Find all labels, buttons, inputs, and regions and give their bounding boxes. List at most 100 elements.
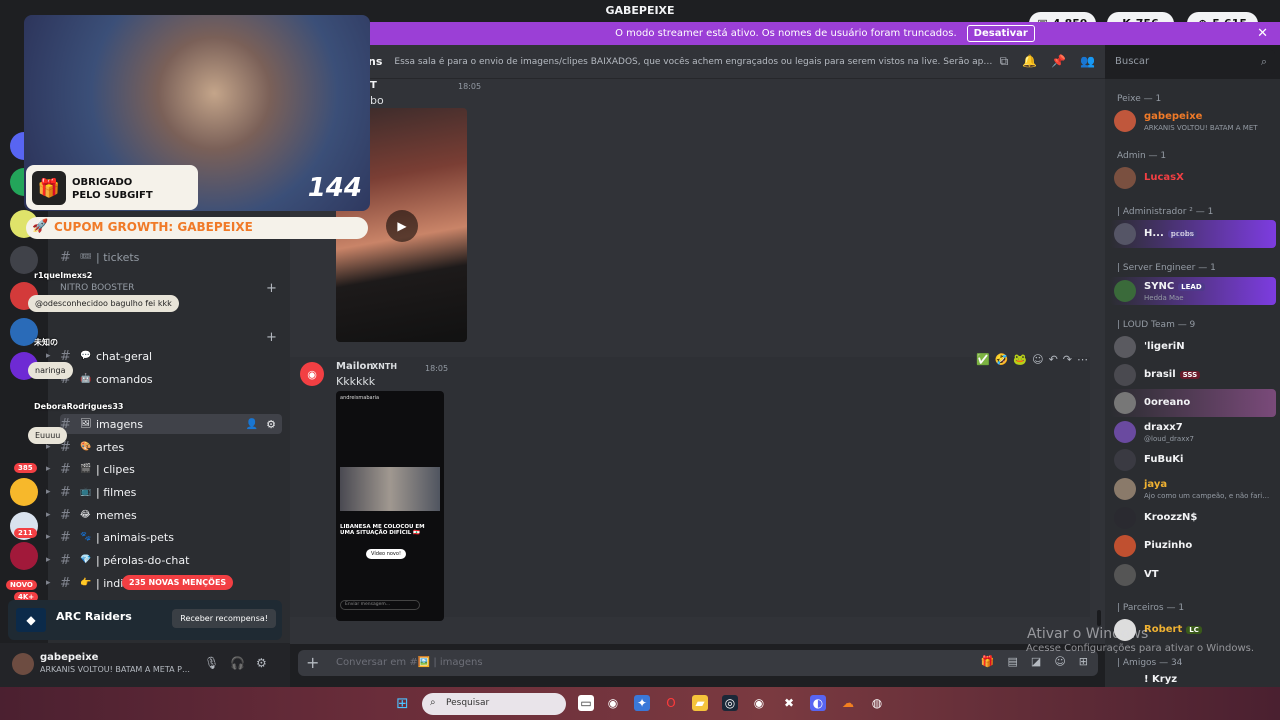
hash-icon: # (60, 461, 71, 477)
member-tag: LC (1186, 626, 1202, 634)
search-input[interactable]: Buscar ⌕ (1105, 50, 1275, 74)
gif-icon[interactable]: ▤ (1008, 655, 1018, 668)
laugh-reaction-icon[interactable]: 🤣 (995, 353, 1009, 366)
claim-reward-button[interactable]: Receber recompensa! (172, 609, 276, 628)
member-item[interactable]: KroozzN$ (1110, 504, 1276, 532)
channel-comandos[interactable]: # 🤖 comandos (60, 369, 282, 389)
chevron-right-icon: ▸ (46, 487, 51, 497)
bell-icon[interactable]: 🔔 (1022, 54, 1037, 69)
channel-clipes[interactable]: ▸ # 🎬 | clipes (46, 459, 282, 479)
channel-artes[interactable]: ▸ # 🎨 artes (46, 437, 282, 457)
apps-icon[interactable]: ⊞ (1079, 655, 1088, 668)
avatar[interactable]: ◉ (300, 362, 324, 386)
member-item[interactable]: gabepeixe ARKANIS VOLTOU! BATAM A MET (1110, 107, 1276, 135)
new-mentions-pill[interactable]: 235 NOVAS MENÇÕES (122, 575, 234, 590)
gift-icon[interactable]: 🎁 (981, 655, 995, 668)
more-icon[interactable]: ⋯ (1077, 353, 1088, 366)
server-icon[interactable] (10, 478, 38, 506)
member-name: VT (1144, 569, 1159, 580)
add-channel-icon[interactable]: + (266, 281, 277, 296)
add-member-icon[interactable]: 👤 (246, 419, 258, 430)
avatar (1114, 449, 1136, 471)
cloud-icon[interactable]: ☁ (840, 695, 856, 711)
threads-icon[interactable]: ⧉ (1000, 54, 1009, 69)
headphones-icon[interactable]: 🎧 (230, 656, 245, 670)
scrollbar[interactable] (1097, 610, 1101, 626)
windows-start-icon[interactable]: ⊞ (396, 695, 412, 711)
role-header: | Amigos — 34 (1117, 658, 1183, 668)
server-icon[interactable] (10, 542, 38, 570)
disable-streamer-mode-button[interactable]: Desativar (966, 25, 1035, 42)
add-reaction-icon[interactable]: ☺ (1032, 353, 1043, 366)
taskbar-search[interactable]: ⌕ Pesquisar (422, 693, 566, 715)
member-item[interactable]: 'ligeriN (1110, 333, 1276, 361)
check-reaction-icon[interactable]: ✅ (976, 353, 990, 366)
member-item[interactable]: VT (1110, 561, 1276, 589)
channel-chat-geral[interactable]: ▸ # 💬 chat-geral (46, 346, 282, 366)
avatar[interactable] (12, 653, 34, 675)
role-header: Admin — 1 (1117, 151, 1167, 161)
category-label: NITRO BOOSTER (60, 283, 135, 293)
gear-icon[interactable]: ⚙ (266, 418, 276, 431)
image-attachment[interactable]: andreismabaria LIBANESA ME COLOCOU EM UM… (336, 391, 444, 621)
gear-icon[interactable]: ⚙ (256, 656, 267, 670)
task-view-icon[interactable]: ▭ (578, 695, 594, 711)
microphone-icon[interactable]: 🎙 (204, 656, 219, 670)
message-composer[interactable]: + Conversar em #🖼️ | imagens 🎁 ▤ ◪ ☺ ⊞ (298, 650, 1098, 676)
channel-label: chat-geral (96, 349, 153, 363)
message-author[interactable]: T (370, 80, 377, 91)
folder-icon[interactable]: ▰ (692, 695, 708, 711)
member-item[interactable]: brasil SSS (1110, 361, 1276, 389)
reply-icon[interactable]: ↶ (1049, 353, 1058, 366)
discord-icon[interactable]: ◐ (810, 695, 826, 711)
member-item[interactable]: H... 𝕡𝕔𝕠𝕓𝕤 (1110, 220, 1276, 248)
channel-filmes[interactable]: ▸ # 📺 | filmes (46, 482, 282, 502)
reaction-icon[interactable]: 🐸 (1013, 353, 1027, 366)
header-toolbar: ⧉ 🔔 📌 👥 (1000, 54, 1095, 69)
message-author[interactable]: Mailon (336, 361, 374, 372)
emoji-icon[interactable]: ☺ (1054, 655, 1065, 668)
speech-icon: 💬 (80, 351, 92, 361)
channel-label: | pérolas-do-chat (96, 553, 190, 567)
member-status: Hedda Mae (1144, 294, 1184, 302)
channel-animais-pets[interactable]: ▸ # 🐾 | animais-pets (46, 527, 282, 547)
member-item[interactable]: 0oreano (1110, 389, 1276, 417)
steam-icon[interactable]: ◎ (722, 695, 738, 711)
promo-banner[interactable]: ◆ ARC Raiders Receber recompensa! (8, 600, 282, 640)
server-icon[interactable] (10, 246, 38, 274)
channel-label: | animais-pets (96, 530, 174, 544)
clip-icon: 🎬 (80, 464, 92, 474)
copilot-icon[interactable]: ✦ (634, 695, 650, 711)
member-item[interactable]: jaya Ajo como um campeão, e não faria... (1110, 475, 1276, 503)
member-item[interactable]: FuBuKi (1110, 446, 1276, 474)
play-icon[interactable]: ▶ (386, 210, 418, 242)
channel-topic[interactable]: Essa sala é para o envio de imagens/clip… (394, 57, 994, 67)
channel-perolas-do-chat[interactable]: ▸ # 💎 | pérolas-do-chat (46, 550, 282, 570)
members-icon[interactable]: 👥 (1080, 54, 1095, 69)
close-icon[interactable]: ✕ (1257, 26, 1268, 41)
app-icon[interactable]: ✖ (781, 695, 797, 711)
app-icon[interactable]: ◉ (605, 695, 621, 711)
avatar (1114, 535, 1136, 557)
subgift-line1: OBRIGADO (72, 177, 133, 188)
member-item[interactable]: SYNC LEAD Hedda Mae (1110, 277, 1276, 305)
channel-imagens[interactable]: # 🖼 imagens 👤 ⚙ (60, 414, 282, 434)
avatar (1114, 336, 1136, 358)
member-item[interactable]: draxx7 @loud_draxx7 (1110, 418, 1276, 446)
member-item[interactable]: LucasX (1110, 164, 1276, 192)
member-item[interactable]: ! Kryz (1110, 670, 1276, 687)
add-attachment-icon[interactable]: + (306, 653, 319, 672)
add-channel-icon[interactable]: + (266, 330, 277, 345)
obs-icon[interactable]: ◍ (869, 695, 885, 711)
sticker-icon[interactable]: ◪ (1031, 655, 1041, 668)
channel-tickets[interactable]: # 🎟 | tickets (60, 247, 282, 267)
member-item[interactable]: Piuzinho (1110, 532, 1276, 560)
overlay-chat-user: DeboraRodrigues33 (34, 402, 124, 411)
app-icon[interactable]: ◉ (751, 695, 767, 711)
opera-icon[interactable]: O (663, 695, 679, 711)
forward-icon[interactable]: ↷ (1063, 353, 1072, 366)
embed-account: andreismabaria (340, 395, 380, 401)
palette-icon: 🎨 (80, 442, 92, 452)
channel-memes[interactable]: ▸ # 😂 memes (46, 505, 282, 525)
pin-icon[interactable]: 📌 (1051, 54, 1066, 69)
